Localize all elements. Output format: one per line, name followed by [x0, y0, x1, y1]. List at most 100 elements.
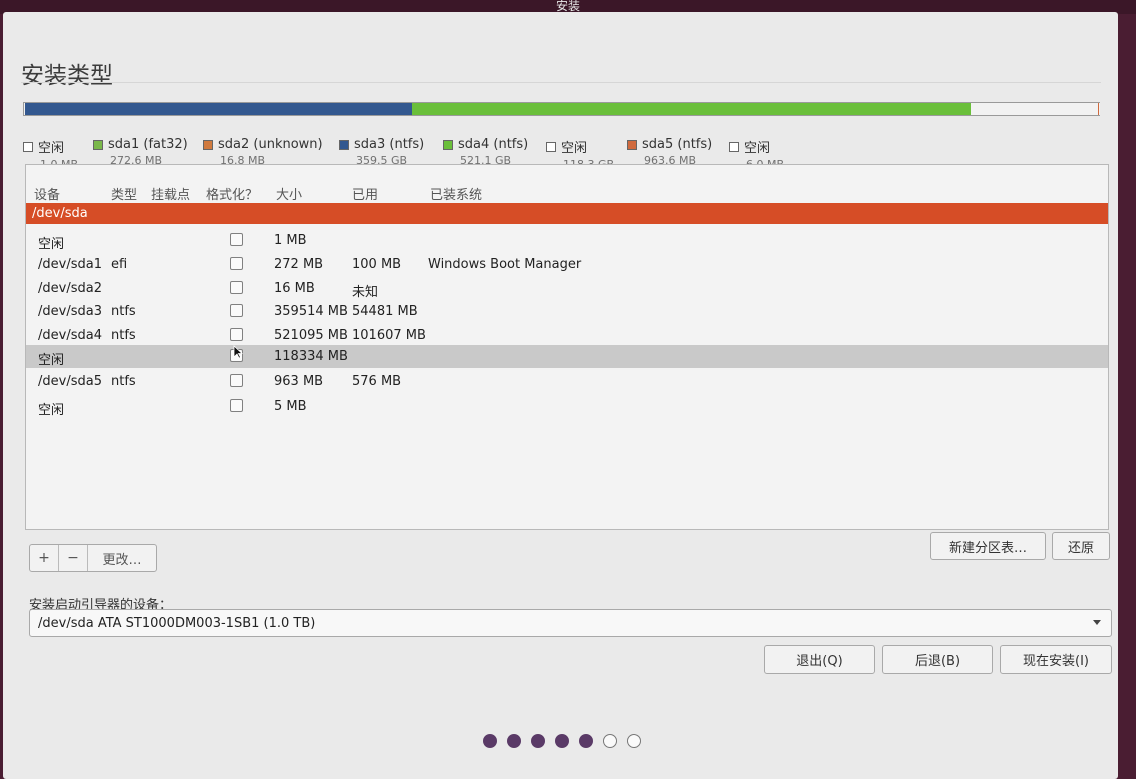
cell-os: Windows Boot Manager — [428, 257, 582, 272]
table-row[interactable]: /dev/sda4 ntfs 521095 MB 101607 MB — [26, 324, 1108, 347]
remove-partition-button[interactable]: − — [58, 545, 87, 571]
step-dot — [555, 734, 569, 748]
legend-item: sda1 (fat32) 272.6 MB — [93, 137, 188, 167]
change-partition-button[interactable]: 更改… — [87, 545, 156, 571]
cell-used: 101607 MB — [352, 328, 426, 343]
cell-device: /dev/sda2 — [38, 281, 102, 296]
cell-type: ntfs — [111, 304, 136, 319]
revert-button[interactable]: 还原 — [1052, 532, 1110, 560]
partition-toolbar: + − 更改… — [29, 544, 157, 572]
header-type[interactable]: 类型 — [111, 184, 137, 203]
legend-item: sda3 (ntfs) 359.5 GB — [339, 137, 424, 167]
table-row[interactable]: /dev/sda2 16 MB 未知 — [26, 277, 1108, 300]
table-header: 设备 类型 挂载点 格式化？ 大小 已用 已装系统 — [26, 181, 1108, 203]
legend-item: sda4 (ntfs) 521.1 GB — [443, 137, 528, 167]
table-row[interactable]: /dev/sda1 efi 272 MB 100 MB Windows Boot Man… — [26, 253, 1108, 276]
legend-name: sda1 (fat32) — [108, 137, 188, 152]
legend-swatch — [93, 139, 103, 150]
table-row[interactable]: 空闲 5 MB — [26, 395, 1108, 418]
legend-name: sda5 (ntfs) — [642, 137, 713, 152]
format-checkbox[interactable] — [230, 399, 243, 412]
legend-name: 空闲 — [38, 141, 65, 156]
table-row[interactable]: /dev/sda5 ntfs 963 MB 576 MB — [26, 370, 1108, 393]
disk-row[interactable]: /dev/sda — [26, 203, 1108, 224]
header-mount[interactable]: 挂载点 — [151, 184, 190, 203]
cell-device: 空闲 — [38, 237, 65, 252]
legend-swatch — [443, 139, 453, 150]
usage-segment — [970, 103, 1098, 115]
usage-segment — [411, 103, 971, 115]
quit-button[interactable]: 退出(Q) — [764, 645, 875, 674]
new-partition-table-button[interactable]: 新建分区表… — [930, 532, 1046, 560]
legend-name: sda2 (unknown) — [218, 137, 323, 152]
disk-usage-bar — [23, 102, 1100, 116]
cell-size: 1 MB — [274, 233, 307, 248]
cell-device: 空闲 — [38, 353, 65, 368]
format-checkbox[interactable] — [230, 233, 243, 246]
cell-used: 100 MB — [352, 257, 402, 272]
format-checkbox[interactable] — [230, 328, 243, 341]
cell-size: 16 MB — [274, 281, 315, 296]
header-os[interactable]: 已装系统 — [430, 184, 482, 203]
boot-loader-device-value: /dev/sda ATA ST1000DM003-1SB1 (1.0 TB) — [38, 616, 316, 631]
legend-swatch — [729, 141, 739, 152]
legend-swatch — [23, 141, 33, 152]
back-button[interactable]: 后退(B) — [882, 645, 993, 674]
cell-size: 5 MB — [274, 399, 307, 414]
step-dot — [483, 734, 497, 748]
cell-size: 963 MB — [274, 374, 324, 389]
table-row[interactable]: 空闲 118334 MB — [26, 345, 1108, 368]
cell-device: /dev/sda1 — [38, 257, 102, 272]
cell-size: 272 MB — [274, 257, 324, 272]
cell-device: /dev/sda3 — [38, 304, 102, 319]
table-row[interactable]: /dev/sda3 ntfs 359514 MB 54481 MB — [26, 300, 1108, 323]
step-dot — [507, 734, 521, 748]
legend-name: sda3 (ntfs) — [354, 137, 425, 152]
cell-type: ntfs — [111, 328, 136, 343]
legend-swatch — [203, 139, 213, 150]
partition-table[interactable]: 设备 类型 挂载点 格式化？ 大小 已用 已装系统 /dev/sda 空闲 1 M… — [25, 164, 1109, 530]
format-checkbox[interactable] — [230, 304, 243, 317]
boot-loader-device-select[interactable]: /dev/sda ATA ST1000DM003-1SB1 (1.0 TB) — [29, 609, 1112, 637]
legend-swatch — [627, 139, 637, 150]
table-row[interactable]: 空闲 1 MB — [26, 229, 1108, 252]
step-dot — [603, 734, 617, 748]
page-title: 安装类型 — [21, 63, 113, 89]
header-used[interactable]: 已用 — [352, 184, 378, 203]
cell-device: 空闲 — [38, 403, 65, 418]
step-progress-dots — [483, 734, 641, 748]
cell-used: 576 MB — [352, 374, 402, 389]
title-divider — [21, 82, 1101, 83]
legend-name: 空闲 — [561, 141, 588, 156]
cell-device: /dev/sda5 — [38, 374, 102, 389]
legend-item: sda2 (unknown) 16.8 MB — [203, 137, 323, 167]
format-checkbox[interactable] — [230, 374, 243, 387]
header-device[interactable]: 设备 — [34, 184, 60, 203]
cell-device: /dev/sda4 — [38, 328, 102, 343]
mouse-cursor-icon — [233, 345, 243, 359]
header-size[interactable]: 大小 — [276, 184, 302, 203]
legend-item: sda5 (ntfs) 963.6 MB — [627, 137, 712, 167]
add-partition-button[interactable]: + — [30, 545, 58, 571]
usage-segment — [25, 103, 412, 115]
header-format[interactable]: 格式化？ — [206, 184, 258, 203]
legend-swatch — [546, 141, 556, 152]
cell-type: efi — [111, 257, 128, 272]
cell-type: ntfs — [111, 374, 136, 389]
step-dot — [579, 734, 593, 748]
step-dot — [627, 734, 641, 748]
dropdown-arrow-icon — [1093, 620, 1101, 625]
cell-size: 359514 MB — [274, 304, 348, 319]
format-checkbox[interactable] — [230, 281, 243, 294]
step-dot — [531, 734, 545, 748]
format-checkbox[interactable] — [230, 257, 243, 270]
legend-name: sda4 (ntfs) — [458, 137, 529, 152]
cell-used: 54481 MB — [352, 304, 418, 319]
cell-size: 521095 MB — [274, 328, 348, 343]
cell-size: 118334 MB — [274, 349, 348, 364]
disk-name: /dev/sda — [32, 206, 88, 221]
legend-name: 空闲 — [744, 141, 771, 156]
legend-swatch — [339, 139, 349, 150]
install-now-button[interactable]: 现在安装(I) — [1000, 645, 1112, 674]
installer-window: 安装类型 空闲1.0 MBsda1 (fat32)272.6 MBsda2 (u… — [3, 12, 1118, 779]
